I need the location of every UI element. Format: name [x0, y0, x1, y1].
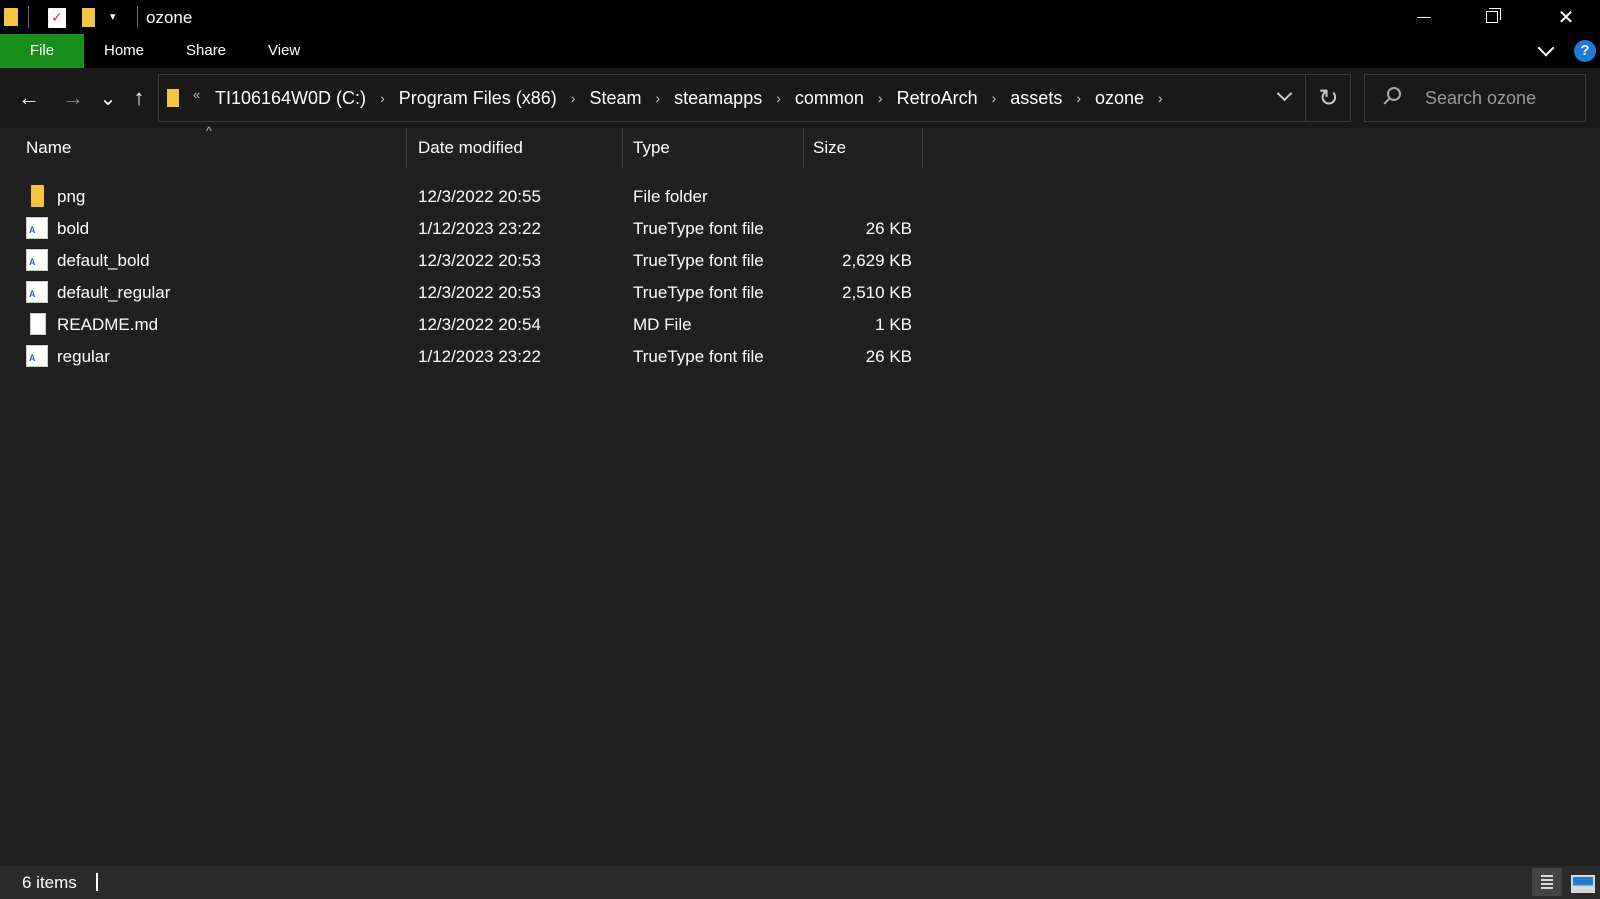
- file-date-modified: 1/12/2023 23:22: [418, 347, 541, 366]
- file-name: default_regular: [57, 283, 171, 302]
- folder-icon: [4, 8, 18, 26]
- file-name: README.md: [57, 315, 159, 334]
- breadcrumb-chevron-icon[interactable]: ›: [571, 90, 576, 106]
- file-name: default_bold: [57, 251, 150, 270]
- forward-button[interactable]: →: [58, 84, 88, 112]
- file-type: File folder: [633, 187, 708, 206]
- title-bar: ▾ ozone ✕: [0, 0, 1600, 34]
- navigation-bar: ← → ⌄ ↑ « TI106164W0D (C:) › Program Fil…: [0, 68, 1600, 128]
- file-date-modified: 12/3/2022 20:53: [418, 283, 541, 302]
- breadcrumb-common[interactable]: common: [795, 88, 864, 109]
- file-size: 2,629 KB: [842, 251, 912, 270]
- font-file-icon: [26, 249, 48, 271]
- search-input[interactable]: [1425, 75, 1575, 121]
- breadcrumb-chevron-icon[interactable]: ›: [1158, 90, 1163, 106]
- breadcrumb-chevron-icon[interactable]: ›: [1076, 90, 1081, 106]
- status-divider: [96, 873, 98, 891]
- file-size: 26 KB: [865, 219, 912, 238]
- breadcrumb-retroarch[interactable]: RetroArch: [897, 88, 978, 109]
- file-name: regular: [57, 347, 110, 366]
- file-row[interactable]: bold 1/12/2023 23:22 TrueType font file …: [0, 213, 930, 245]
- file-size: [812, 181, 912, 213]
- breadcrumb-chevron-icon[interactable]: ›: [655, 90, 660, 106]
- ribbon-tabs: File Home Share View ?: [0, 34, 1600, 68]
- breadcrumb-chevron-icon[interactable]: ›: [992, 90, 997, 106]
- tab-home[interactable]: Home: [84, 34, 164, 68]
- font-file-icon: [26, 345, 48, 367]
- file-date-modified: 12/3/2022 20:55: [418, 187, 541, 206]
- column-header-name[interactable]: Name: [16, 128, 406, 168]
- restore-button[interactable]: [1458, 0, 1526, 34]
- file-row[interactable]: default_regular 12/3/2022 20:53 TrueType…: [0, 277, 930, 309]
- window-title: ozone: [146, 8, 193, 27]
- font-file-icon: [26, 217, 48, 239]
- search-box[interactable]: [1364, 74, 1586, 122]
- expand-ribbon-icon[interactable]: [1537, 39, 1555, 57]
- column-divider[interactable]: [922, 128, 923, 168]
- file-size: 1 KB: [875, 315, 912, 334]
- address-history-dropdown-icon[interactable]: [1276, 85, 1293, 102]
- breadcrumb-drive[interactable]: TI106164W0D (C:): [215, 88, 366, 109]
- details-view-button[interactable]: [1532, 868, 1562, 896]
- item-count: 6 items: [22, 873, 77, 892]
- file-date-modified: 12/3/2022 20:53: [418, 251, 541, 270]
- column-headers: ^ Name Date modified Type Size: [0, 124, 1600, 174]
- quick-access-dropdown-icon[interactable]: ▾: [110, 10, 116, 23]
- file-name: bold: [57, 219, 90, 238]
- tab-file[interactable]: File: [0, 34, 84, 68]
- column-header-date-modified[interactable]: Date modified: [408, 128, 622, 168]
- properties-icon[interactable]: [48, 8, 66, 28]
- toolbar-separator: [137, 6, 138, 28]
- recent-locations-button[interactable]: ⌄: [96, 84, 120, 112]
- column-header-type[interactable]: Type: [623, 128, 803, 168]
- folder-icon: [167, 89, 179, 107]
- file-type: TrueType font file: [633, 251, 764, 270]
- address-bar[interactable]: « TI106164W0D (C:) › Program Files (x86)…: [158, 74, 1351, 122]
- file-size: 26 KB: [865, 347, 912, 366]
- document-icon: [30, 313, 46, 335]
- minimize-button[interactable]: [1390, 0, 1458, 34]
- file-row[interactable]: default_bold 12/3/2022 20:53 TrueType fo…: [0, 245, 930, 277]
- font-file-icon: [26, 281, 48, 303]
- file-row[interactable]: png 12/3/2022 20:55 File folder: [0, 181, 930, 213]
- toolbar-separator: [28, 6, 29, 28]
- new-folder-icon[interactable]: [82, 8, 95, 27]
- breadcrumb-steam[interactable]: Steam: [589, 88, 641, 109]
- breadcrumb-steamapps[interactable]: steamapps: [674, 88, 762, 109]
- help-icon[interactable]: ?: [1574, 40, 1596, 62]
- file-row[interactable]: README.md 12/3/2022 20:54 MD File 1 KB: [0, 309, 930, 341]
- breadcrumb-overflow-icon[interactable]: «: [193, 87, 200, 102]
- tab-share[interactable]: Share: [166, 34, 246, 68]
- file-size: 2,510 KB: [842, 283, 912, 302]
- up-button[interactable]: ↑: [124, 84, 154, 112]
- breadcrumb-chevron-icon[interactable]: ›: [380, 90, 385, 106]
- search-icon: [1387, 87, 1401, 101]
- breadcrumb-ozone[interactable]: ozone: [1095, 88, 1144, 109]
- large-icons-view-button[interactable]: [1566, 868, 1596, 896]
- breadcrumb: TI106164W0D (C:) › Program Files (x86) ›…: [215, 75, 1177, 121]
- column-divider[interactable]: [406, 128, 407, 168]
- restore-icon: [1486, 8, 1501, 23]
- file-type: TrueType font file: [633, 219, 764, 238]
- minimize-icon: [1417, 16, 1431, 18]
- close-button[interactable]: ✕: [1532, 0, 1600, 34]
- breadcrumb-chevron-icon[interactable]: ›: [878, 90, 883, 106]
- file-date-modified: 1/12/2023 23:22: [418, 219, 541, 238]
- breadcrumb-assets[interactable]: assets: [1010, 88, 1062, 109]
- folder-icon: [31, 185, 44, 207]
- file-row[interactable]: regular 1/12/2023 23:22 TrueType font fi…: [0, 341, 930, 373]
- back-button[interactable]: ←: [14, 84, 44, 112]
- column-header-size[interactable]: Size: [803, 128, 923, 168]
- file-type: MD File: [633, 315, 692, 334]
- file-type: TrueType font file: [633, 283, 764, 302]
- file-type: TrueType font file: [633, 347, 764, 366]
- close-icon: ✕: [1557, 6, 1575, 29]
- breadcrumb-chevron-icon[interactable]: ›: [776, 90, 781, 106]
- breadcrumb-program-files[interactable]: Program Files (x86): [399, 88, 557, 109]
- file-name: png: [57, 187, 86, 206]
- status-bar: 6 items: [0, 866, 1600, 899]
- refresh-button[interactable]: ↻: [1305, 75, 1351, 121]
- tab-view[interactable]: View: [248, 34, 320, 68]
- file-date-modified: 12/3/2022 20:54: [418, 315, 541, 334]
